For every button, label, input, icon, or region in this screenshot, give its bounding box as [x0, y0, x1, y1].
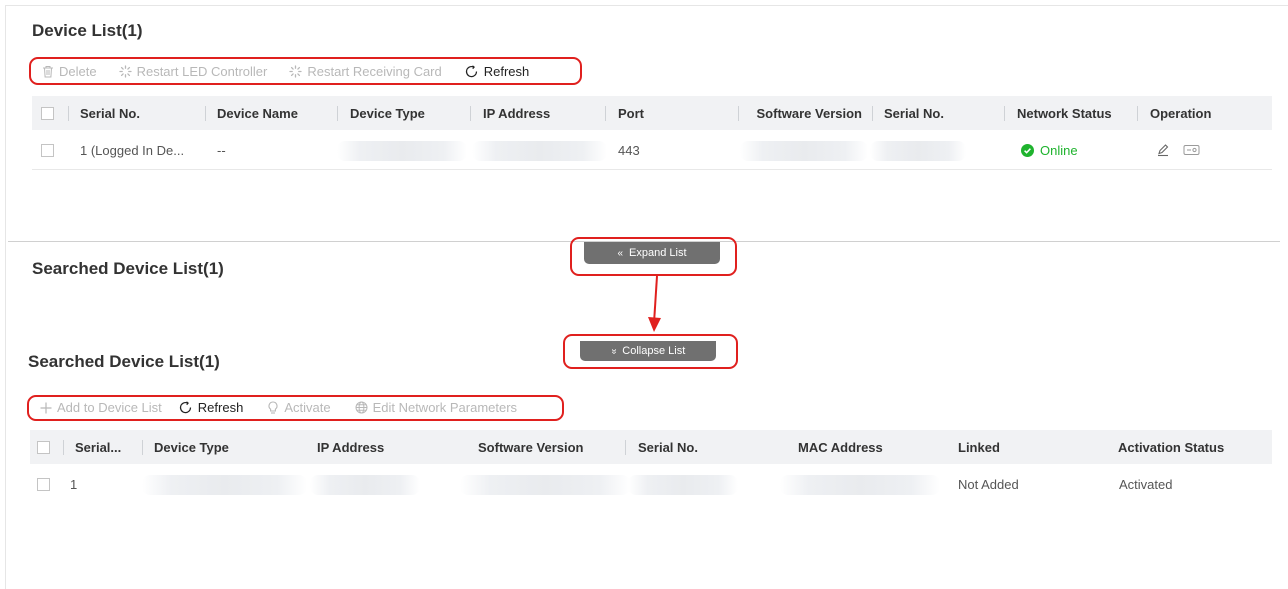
cell-port: 443 — [618, 142, 640, 158]
row-checkbox[interactable] — [37, 477, 50, 491]
column-separator — [205, 106, 206, 121]
redacted-device-type — [142, 475, 307, 495]
check-circle-icon — [1021, 143, 1034, 157]
frame-top-border — [5, 5, 1288, 6]
cell-device-name: -- — [217, 142, 226, 158]
device-config-button[interactable] — [1183, 131, 1200, 169]
col-linked[interactable]: Linked — [958, 430, 1000, 464]
col-activation-status[interactable]: Activation Status — [1118, 430, 1224, 464]
cell-activation-status: Activated — [1119, 476, 1173, 492]
annotation-box-device-toolbar — [29, 57, 582, 85]
column-separator — [142, 440, 143, 455]
col-mac-address[interactable]: MAC Address — [798, 430, 883, 464]
col-ip-address[interactable]: IP Address — [483, 96, 550, 130]
cell-serial: 1 — [70, 476, 78, 492]
searched-list-title: Searched Device List(1) — [28, 352, 220, 371]
column-separator — [63, 440, 64, 455]
col-serial[interactable]: Serial... — [75, 430, 121, 464]
col-serial-no[interactable]: Serial No. — [638, 430, 698, 464]
select-all-checkbox[interactable] — [41, 106, 54, 120]
annotation-arrow — [648, 275, 661, 332]
redacted-serial-no — [628, 475, 738, 495]
table-row[interactable]: 1 Not Added Activated — [30, 465, 1272, 503]
redacted-serial-no — [870, 141, 966, 161]
device-table-header: Serial No. Device Name Device Type IP Ad… — [32, 96, 1272, 130]
column-separator — [1004, 106, 1005, 121]
redacted-ip-address — [472, 141, 607, 161]
col-software-version[interactable]: Software Version — [736, 96, 862, 130]
status-text: Online — [1040, 142, 1078, 158]
col-ip-address[interactable]: IP Address — [317, 430, 384, 464]
col-device-type[interactable]: Device Type — [350, 96, 425, 130]
searched-table-header: Serial... Device Type IP Address Softwar… — [30, 430, 1272, 464]
annotation-box-collapse — [563, 334, 738, 369]
column-separator — [470, 106, 471, 121]
searched-list-title-collapsed: Searched Device List(1) — [32, 259, 224, 278]
edit-button[interactable] — [1156, 131, 1170, 169]
redacted-mac-address — [780, 475, 940, 495]
col-port[interactable]: Port — [618, 96, 644, 130]
column-separator — [872, 106, 873, 121]
frame-left-border — [5, 5, 6, 589]
redacted-device-type — [337, 141, 467, 161]
redacted-software-version — [460, 475, 630, 495]
col-device-name[interactable]: Device Name — [217, 96, 298, 130]
column-separator — [337, 106, 338, 121]
col-network-status[interactable]: Network Status — [1017, 96, 1112, 130]
col-operation[interactable]: Operation — [1150, 96, 1211, 130]
col-serial-no[interactable]: Serial No. — [80, 96, 140, 130]
row-checkbox[interactable] — [41, 143, 54, 157]
annotation-box-expand — [570, 237, 737, 276]
cell-serial: 1 (Logged In De... — [80, 142, 185, 158]
col-software-version[interactable]: Software Version — [478, 430, 583, 464]
cell-linked: Not Added — [958, 476, 1019, 492]
column-separator — [605, 106, 606, 121]
column-separator — [68, 106, 69, 121]
column-separator — [1137, 106, 1138, 121]
device-card-icon — [1183, 145, 1200, 155]
column-separator — [625, 440, 626, 455]
table-row[interactable]: 1 (Logged In De... -- 443 Online — [32, 131, 1272, 170]
network-status-online: Online — [1021, 131, 1078, 169]
redacted-ip-address — [310, 475, 420, 495]
col-device-type[interactable]: Device Type — [154, 430, 229, 464]
device-list-title: Device List(1) — [32, 21, 143, 40]
edit-pencil-icon — [1158, 144, 1169, 157]
annotation-box-searched-toolbar — [27, 395, 564, 421]
col-serial-no-2[interactable]: Serial No. — [884, 96, 944, 130]
select-all-checkbox[interactable] — [37, 440, 50, 454]
redacted-software-version — [740, 141, 868, 161]
